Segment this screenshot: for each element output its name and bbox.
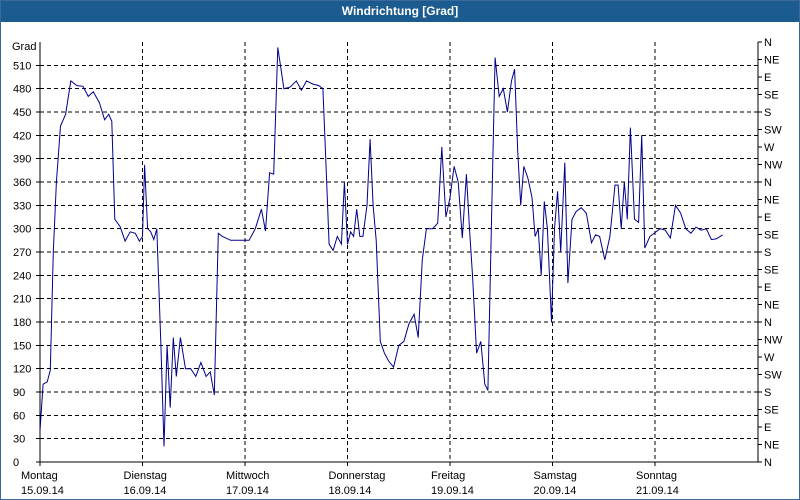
y-tick-label: 210 <box>13 294 31 306</box>
y-tick-label: 30 <box>13 434 25 446</box>
right-axis-label: NE <box>764 300 779 312</box>
x-tick-date: 18.09.14 <box>329 485 372 497</box>
y-tick-label: 150 <box>13 340 31 352</box>
y-tick-label: 510 <box>13 60 31 72</box>
x-tick-date: 21.09.14 <box>636 485 679 497</box>
x-tick-day: Samstag <box>534 470 577 482</box>
wind-direction-chart: Grad 0 30 60 90 120 150 180 210 240 270 300 330 360 3… <box>12 37 783 497</box>
x-tick-day: Dienstag <box>124 470 167 482</box>
right-axis-label: NE <box>764 440 779 452</box>
y-tick-label: 480 <box>13 84 31 96</box>
right-axis-label: S <box>764 247 771 259</box>
right-axis-label: E <box>764 72 771 84</box>
y-tick-label: 240 <box>13 270 31 282</box>
right-axis-label: NE <box>764 55 779 67</box>
right-axis-label: N <box>764 37 772 49</box>
x-tick-date: 19.09.14 <box>431 485 474 497</box>
y-tick-label: 90 <box>13 387 25 399</box>
x-tick-day: Mittwoch <box>226 470 269 482</box>
y-tick-label: 390 <box>13 154 31 166</box>
y-tick-label: 450 <box>13 107 31 119</box>
right-axis-label: N <box>764 457 772 469</box>
x-tick-date: 16.09.14 <box>124 485 167 497</box>
y-tick-label: 270 <box>13 247 31 259</box>
x-tick-day: Donnerstag <box>329 470 386 482</box>
x-tick-date: 17.09.14 <box>226 485 269 497</box>
x-tick-day: Sonntag <box>636 470 677 482</box>
right-axis-label: NW <box>764 160 783 172</box>
right-axis-label: SW <box>764 370 782 382</box>
y-tick-label: 330 <box>13 200 31 212</box>
x-tick-date: 15.09.14 <box>21 485 64 497</box>
y-tick-label: 360 <box>13 177 31 189</box>
right-axis-label: E <box>764 212 771 224</box>
right-axis-label: NW <box>764 335 783 347</box>
right-axis-label: SW <box>764 125 782 137</box>
right-axis-label: W <box>764 142 775 154</box>
y-tick-label: 180 <box>13 317 31 329</box>
y-tick-label: 420 <box>13 130 31 142</box>
right-axis-label: N <box>764 177 772 189</box>
right-axis-label: W <box>764 352 775 364</box>
right-axis-label: SE <box>764 405 779 417</box>
right-axis-label: SE <box>764 230 779 242</box>
right-axis-label: N <box>764 317 772 329</box>
right-axis-label: E <box>764 422 771 434</box>
y-tick-label: 60 <box>13 410 25 422</box>
x-tick-day: Montag <box>21 470 58 482</box>
x-tick-date: 20.09.14 <box>534 485 577 497</box>
right-axis-label: NE <box>764 195 779 207</box>
y-tick-label: 120 <box>13 364 31 376</box>
right-axis-label: E <box>764 282 771 294</box>
y-tick-label: 300 <box>13 224 31 236</box>
right-axis-label: SE <box>764 265 779 277</box>
y-axis-label: Grad <box>12 41 36 53</box>
right-axis-label: S <box>764 107 771 119</box>
right-axis-label: SE <box>764 90 779 102</box>
y-tick-label: 0 <box>13 457 19 469</box>
right-axis-label: S <box>764 387 771 399</box>
x-tick-day: Freitag <box>431 470 465 482</box>
